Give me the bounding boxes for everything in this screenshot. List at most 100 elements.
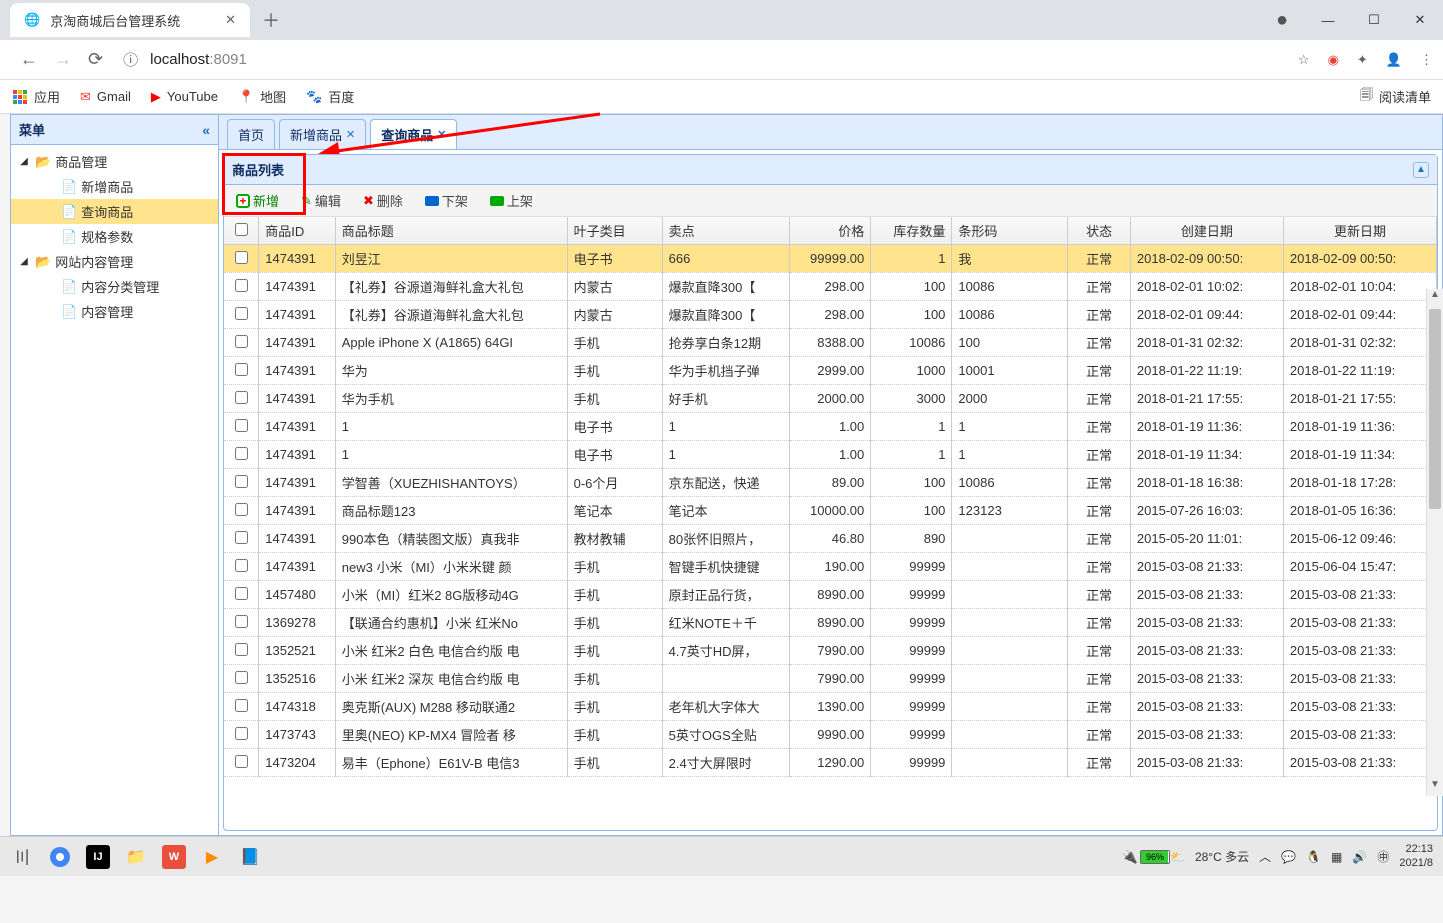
column-price[interactable]: 价格: [790, 217, 871, 245]
menu-icon[interactable]: ⋮: [1420, 52, 1433, 68]
sidebar-item-新增商品[interactable]: 📄新增商品: [11, 174, 218, 199]
table-row[interactable]: 1474391华为手机华为手机挡子弹2999.00100010001正常2018…: [224, 357, 1437, 385]
collapse-icon[interactable]: «: [202, 122, 210, 138]
panel-collapse-button[interactable]: ▲: [1413, 162, 1429, 178]
table-row[interactable]: 1474391new3 小米（MI）小米米键 颜手机智键手机快捷键190.009…: [224, 553, 1437, 581]
row-checkbox[interactable]: [235, 531, 248, 544]
table-row[interactable]: 1352521小米 红米2 白色 电信合约版 电手机4.7英寸HD屏，7990.…: [224, 637, 1437, 665]
row-checkbox[interactable]: [235, 335, 248, 348]
close-icon[interactable]: ✕: [437, 128, 446, 141]
table-row[interactable]: 1474391990本色（精装图文版）真我非教材教辅80张怀旧照片，46.808…: [224, 525, 1437, 553]
extensions-icon[interactable]: ✦: [1357, 52, 1368, 68]
clock[interactable]: 22:13 2021/8: [1399, 843, 1433, 869]
column-category[interactable]: 叶子类目: [567, 217, 662, 245]
row-checkbox[interactable]: [235, 391, 248, 404]
sidebar-item-商品管理[interactable]: ◢📂商品管理: [11, 149, 218, 174]
scroll-thumb[interactable]: [1429, 309, 1441, 509]
row-checkbox[interactable]: [235, 727, 248, 740]
expand-icon[interactable]: ◢: [17, 156, 31, 167]
bookmark-icon[interactable]: ☆: [1298, 52, 1310, 68]
youtube-bookmark[interactable]: ▶YouTube: [151, 89, 218, 105]
browser-tab[interactable]: 🌐 京淘商城后台管理系统 ✕: [10, 3, 250, 37]
forward-button[interactable]: →: [54, 49, 72, 70]
user-icon[interactable]: ●: [1259, 0, 1305, 40]
ime-icon[interactable]: ㊥: [1377, 848, 1389, 865]
row-checkbox[interactable]: [235, 699, 248, 712]
tab-首页[interactable]: 首页: [227, 119, 275, 149]
sidebar-item-查询商品[interactable]: 📄查询商品: [11, 199, 218, 224]
table-row[interactable]: 1474391Apple iPhone X (A1865) 64GI手机抢券享白…: [224, 329, 1437, 357]
intellij-icon[interactable]: IJ: [86, 845, 110, 869]
weather-text[interactable]: 28°C 多云: [1195, 848, 1249, 865]
sidebar-item-规格参数[interactable]: 📄规格参数: [11, 224, 218, 249]
maximize-button[interactable]: ☐: [1351, 0, 1397, 40]
task-view-icon[interactable]: 〣: [10, 845, 34, 869]
back-button[interactable]: ←: [20, 49, 38, 70]
close-icon[interactable]: ✕: [225, 12, 236, 28]
gmail-bookmark[interactable]: ✉Gmail: [80, 89, 131, 105]
profile-icon[interactable]: 👤: [1386, 52, 1402, 68]
table-row[interactable]: 14743911电子书11.0011正常2018-01-19 11:36:201…: [224, 413, 1437, 441]
new-tab-button[interactable]: ＋: [262, 7, 280, 33]
baidu-bookmark[interactable]: 🐾百度: [306, 87, 354, 106]
close-button[interactable]: ✕: [1397, 0, 1443, 40]
expand-icon[interactable]: ◢: [17, 256, 31, 267]
table-row[interactable]: 1473204易丰（Ephone）E61V-B 电信3手机2.4寸大屏限时129…: [224, 749, 1437, 777]
table-row[interactable]: 1474318奥克斯(AUX) M288 移动联通2手机老年机大字体大1390.…: [224, 693, 1437, 721]
table-row[interactable]: 14743911电子书11.0011正常2018-01-19 11:34:201…: [224, 441, 1437, 469]
chrome-taskbar-icon[interactable]: [48, 845, 72, 869]
row-checkbox[interactable]: [235, 363, 248, 376]
table-row[interactable]: 1474391刘昱江电子书66699999.001我正常2018-02-09 0…: [224, 245, 1437, 273]
table-row[interactable]: 1474391商品标题123笔记本笔记本10000.00100123123正常2…: [224, 497, 1437, 525]
sidebar-item-网站内容管理[interactable]: ◢📂网站内容管理: [11, 249, 218, 274]
sidebar-item-内容分类管理[interactable]: 📄内容分类管理: [11, 274, 218, 299]
wechat-icon[interactable]: 💬: [1281, 850, 1296, 864]
minimize-button[interactable]: —: [1305, 0, 1351, 40]
battery-indicator[interactable]: 🔌 96%: [1122, 849, 1170, 865]
row-checkbox[interactable]: [235, 279, 248, 292]
table-row[interactable]: 1473743里奥(NEO) KP-MX4 冒险者 移手机5英寸OGS全贴999…: [224, 721, 1437, 749]
column-status[interactable]: 状态: [1068, 217, 1131, 245]
wps-icon[interactable]: W: [162, 845, 186, 869]
edit-button[interactable]: ✎ 编辑: [297, 189, 345, 212]
row-checkbox[interactable]: [235, 307, 248, 320]
media-player-icon[interactable]: ▶: [200, 845, 224, 869]
column-checkbox[interactable]: [224, 217, 259, 245]
column-stock[interactable]: 库存数量: [871, 217, 952, 245]
row-checkbox[interactable]: [235, 419, 248, 432]
delete-button[interactable]: ✖ 删除: [359, 189, 407, 212]
table-row[interactable]: 1457480小米（MI）红米2 8G版移动4G手机原封正品行货，8990.00…: [224, 581, 1437, 609]
row-checkbox[interactable]: [235, 447, 248, 460]
select-all-checkbox[interactable]: [235, 223, 248, 236]
add-button[interactable]: + 新增: [232, 189, 283, 212]
speaker-icon[interactable]: 🔊: [1352, 850, 1367, 864]
row-checkbox[interactable]: [235, 251, 248, 264]
reload-button[interactable]: ⟳: [88, 49, 103, 70]
apps-button[interactable]: 应用: [12, 87, 60, 106]
column-created[interactable]: 创建日期: [1130, 217, 1283, 245]
explorer-icon[interactable]: 📁: [124, 845, 148, 869]
up-button[interactable]: 上架: [486, 189, 537, 212]
row-checkbox[interactable]: [235, 503, 248, 516]
close-icon[interactable]: ✕: [346, 128, 355, 141]
row-checkbox[interactable]: [235, 587, 248, 600]
table-row[interactable]: 1474391【礼券】谷源道海鲜礼盒大礼包内蒙古爆款直降300【298.0010…: [224, 301, 1437, 329]
column-id[interactable]: 商品ID: [259, 217, 336, 245]
table-row[interactable]: 1474391【礼券】谷源道海鲜礼盒大礼包内蒙古爆款直降300【298.0010…: [224, 273, 1437, 301]
scrollbar[interactable]: ▲ ▼: [1426, 289, 1443, 796]
row-checkbox[interactable]: [235, 559, 248, 572]
scroll-up-icon[interactable]: ▲: [1427, 289, 1443, 306]
tab-查询商品[interactable]: 查询商品✕: [370, 119, 457, 149]
table-row[interactable]: 1369278【联通合约惠机】小米 红米No手机红米NOTE＋千8990.009…: [224, 609, 1437, 637]
maps-bookmark[interactable]: 📍地图: [238, 87, 286, 106]
row-checkbox[interactable]: [235, 643, 248, 656]
column-barcode[interactable]: 条形码: [952, 217, 1068, 245]
row-checkbox[interactable]: [235, 671, 248, 684]
column-updated[interactable]: 更新日期: [1283, 217, 1436, 245]
down-button[interactable]: 下架: [421, 189, 472, 212]
column-sellpoint[interactable]: 卖点: [662, 217, 790, 245]
table-row[interactable]: 1474391华为手机手机好手机2000.0030002000正常2018-01…: [224, 385, 1437, 413]
scroll-down-icon[interactable]: ▼: [1427, 779, 1443, 796]
url-box[interactable]: ⓘ localhost:8091: [123, 49, 1288, 70]
table-row[interactable]: 1352516小米 红米2 深灰 电信合约版 电手机7990.0099999正常…: [224, 665, 1437, 693]
